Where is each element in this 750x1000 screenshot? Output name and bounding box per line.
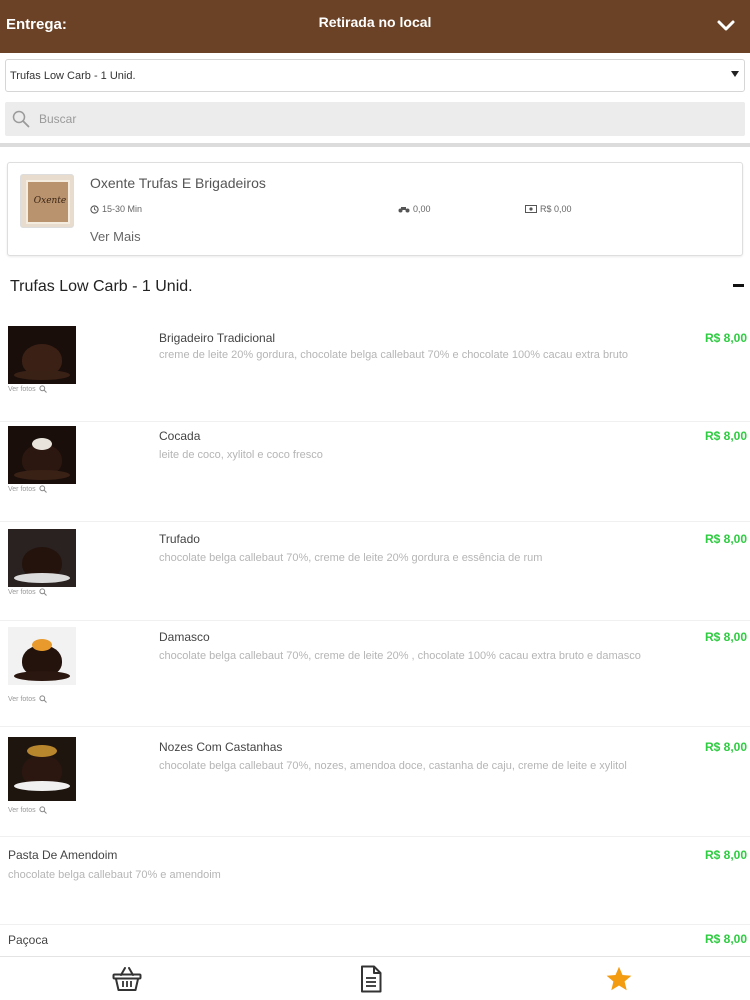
product-photo[interactable] [8,737,76,801]
store-card: Oxente Oxente Trufas E Brigadeiros 15-30… [7,162,743,256]
store-logo: Oxente [20,174,74,228]
zoom-icon [39,485,47,493]
product-item[interactable]: Ver fotos Cocada leite de coco, xylitol … [0,426,750,522]
product-name: Cocada [159,429,201,443]
zoom-icon [39,806,47,814]
see-photos-link[interactable]: Ver fotos [8,588,47,596]
product-description: chocolate belga callebaut 70%, creme de … [159,650,641,662]
store-min-order: R$ 0,00 [525,204,572,214]
select-caret-icon [731,71,739,77]
product-photo[interactable] [8,326,76,384]
see-photos-label: Ver fotos [8,588,36,596]
product-name: Paçoca [8,933,49,947]
product-price: R$ 8,00 [704,740,747,754]
product-item[interactable]: Ver fotos Damasco chocolate belga calleb… [0,627,750,727]
bottom-nav [0,956,750,1000]
product-name: Nozes Com Castanhas [159,740,283,754]
store-time-value: 15-30 Min [102,204,143,214]
product-item[interactable]: Ver fotos Trufado chocolate belga calleb… [0,529,750,621]
product-item[interactable]: Pasta De Amendoim chocolate belga calleb… [0,845,750,925]
money-icon [525,205,537,213]
store-min-order-value: R$ 0,00 [540,204,572,214]
search-bar[interactable] [5,102,745,136]
zoom-icon [39,385,47,393]
product-photo[interactable] [8,426,76,484]
product-description: chocolate belga callebaut 70%, creme de … [159,552,543,564]
orders-tab[interactable] [355,963,387,995]
document-icon [361,965,382,993]
delivery-header[interactable]: Entrega: Retirada no local [0,0,750,53]
chevron-down-icon[interactable] [716,16,736,36]
see-photos-label: Ver fotos [8,385,36,393]
product-name: Damasco [159,630,210,644]
product-photo[interactable] [8,627,76,685]
delivery-mode[interactable]: Retirada no local [0,14,750,30]
zoom-icon [39,588,47,596]
favorites-tab[interactable] [603,963,635,995]
product-price: R$ 8,00 [704,848,747,862]
see-more-link[interactable]: Ver Mais [90,229,141,244]
see-photos-link[interactable]: Ver fotos [8,485,47,493]
product-description: chocolate belga callebaut 70% e amendoim [8,869,221,881]
store-time: 15-30 Min [90,204,142,214]
store-delivery-fee-value: 0,00 [413,204,431,214]
product-item[interactable]: Ver fotos Brigadeiro Tradicional creme d… [0,326,750,422]
cart-tab[interactable] [111,963,143,995]
motorcycle-icon [398,207,410,213]
product-name: Pasta De Amendoim [8,848,118,862]
category-select-value: Trufas Low Carb - 1 Unid. [10,70,136,82]
store-logo-text: Oxente [33,196,67,206]
product-price: R$ 8,00 [704,331,747,345]
product-name: Trufado [159,532,200,546]
product-description: leite de coco, xylitol e coco fresco [159,449,323,461]
product-price: R$ 8,00 [704,429,747,443]
product-price: R$ 8,00 [704,532,747,546]
search-icon [12,110,30,128]
divider [0,143,750,147]
search-input[interactable] [39,109,729,129]
product-description: chocolate belga callebaut 70%, nozes, am… [159,760,627,772]
see-photos-link[interactable]: Ver fotos [8,385,47,393]
basket-icon [112,967,142,991]
store-delivery-fee: 0,00 [398,204,431,214]
see-photos-label: Ver fotos [8,695,36,703]
category-select[interactable]: Trufas Low Carb - 1 Unid. [5,59,745,92]
category-title: Trufas Low Carb - 1 Unid. [10,278,193,295]
collapse-icon[interactable] [733,284,744,287]
product-price: R$ 8,00 [704,932,747,946]
see-photos-label: Ver fotos [8,485,36,493]
product-description: creme de leite 20% gordura, chocolate be… [159,349,629,361]
product-item[interactable]: Paçoca R$ 8,00 [0,929,750,956]
star-icon [606,966,632,991]
product-price: R$ 8,00 [704,630,747,644]
store-name: Oxente Trufas E Brigadeiros [90,175,266,191]
clock-icon [90,204,99,214]
see-photos-link[interactable]: Ver fotos [8,806,47,814]
category-header[interactable]: Trufas Low Carb - 1 Unid. [0,272,750,302]
product-photo[interactable] [8,529,76,587]
product-name: Brigadeiro Tradicional [159,331,276,345]
see-photos-label: Ver fotos [8,806,36,814]
see-photos-link[interactable]: Ver fotos [8,695,47,703]
product-item[interactable]: Ver fotos Nozes Com Castanhas chocolate … [0,737,750,837]
zoom-icon [39,695,47,703]
